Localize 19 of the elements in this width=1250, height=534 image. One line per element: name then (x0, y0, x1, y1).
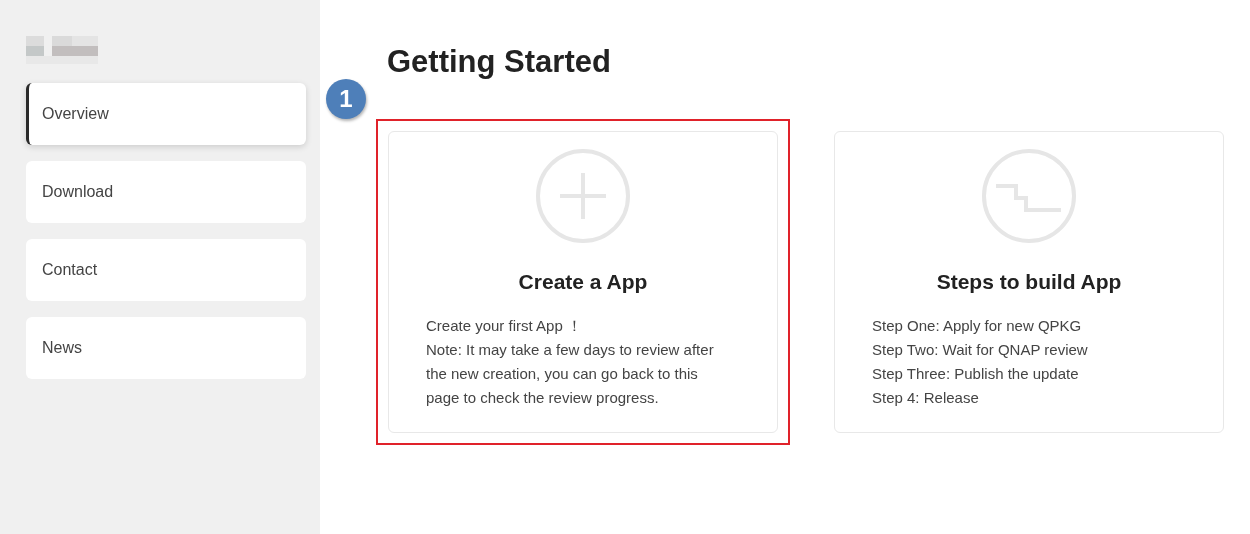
plus-circle-icon (535, 148, 631, 244)
card-text-line: Step 4: Release (872, 388, 980, 408)
card-title: Steps to build App (936, 269, 1122, 295)
stairs-circle-icon (981, 148, 1077, 244)
card-text-line: Step One: Apply for new QPKG (872, 316, 1083, 336)
card-text-line: Note: It may take a few days to review after (426, 340, 714, 360)
blurred-logo (26, 36, 98, 64)
sidebar-item[interactable]: News (26, 317, 306, 379)
card-text-line: Create your first App ！ (426, 316, 583, 336)
sidebar-item[interactable]: Contact (26, 239, 306, 301)
card-text-line: Step Three: Publish the update (872, 364, 1080, 384)
card-text-line: page to check the review progress. (426, 388, 660, 408)
card-text-line: Step Two: Wait for QNAP review (872, 340, 1088, 360)
sidebar-item[interactable]: Download (26, 161, 306, 223)
step-badge: 1 (326, 79, 366, 119)
card-title: Create a App (518, 269, 648, 295)
sidebar-item[interactable]: Overview (26, 83, 306, 145)
card-text-line: the new creation, you can go back to this (426, 364, 699, 384)
page-title: Getting Started (387, 43, 612, 81)
